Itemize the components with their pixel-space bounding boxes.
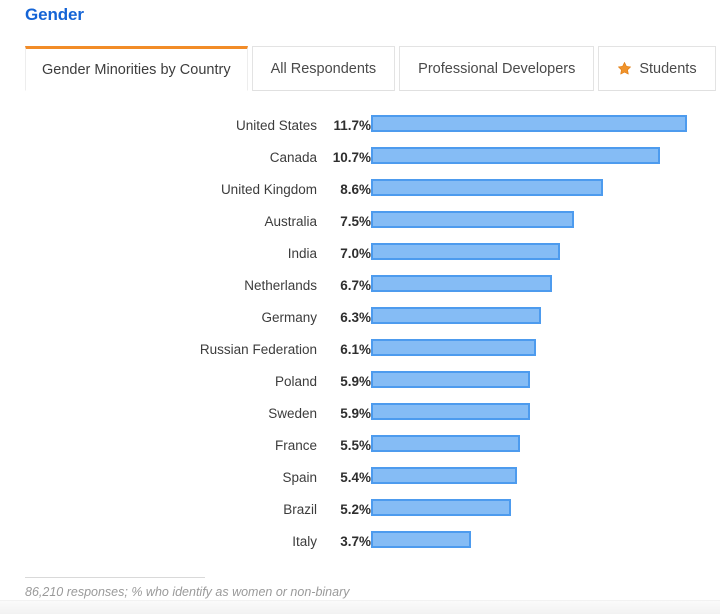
bar-category-label: Poland [274, 374, 317, 389]
bar-value-label: 7.0% [340, 246, 371, 261]
bar[interactable] [371, 147, 660, 164]
bar[interactable] [371, 211, 574, 228]
bar-value-label: 5.9% [340, 374, 371, 389]
bar[interactable] [371, 115, 687, 132]
bar-value-label: 6.1% [340, 342, 371, 357]
footer-note: 86,210 responses; % who identify as wome… [25, 585, 350, 599]
chart-row: India 7.0% [0, 240, 720, 272]
footer-divider [25, 577, 205, 578]
bar[interactable] [371, 403, 530, 420]
bar[interactable] [371, 467, 517, 484]
page-title: Gender [25, 5, 84, 24]
bar-value-label: 6.7% [340, 278, 371, 293]
tab-label: All Respondents [270, 60, 377, 77]
chart-row: Spain 5.4% [0, 464, 720, 496]
tab-bar: Gender Minorities by Country All Responde… [25, 46, 720, 91]
tab-label: Gender Minorities by Country [42, 61, 231, 78]
bar-value-label: 5.5% [340, 438, 371, 453]
tab-label: Students [639, 60, 697, 77]
bar-value-label: 7.5% [340, 214, 371, 229]
bar[interactable] [371, 499, 511, 516]
chart-row: United Kingdom 8.6% [0, 176, 720, 208]
bar[interactable] [371, 243, 560, 260]
tab-gender-minorities-by-country[interactable]: Gender Minorities by Country [25, 46, 248, 91]
chart-row: Australia 7.5% [0, 208, 720, 240]
chart-row: Canada 10.7% [0, 144, 720, 176]
bar-value-label: 5.2% [340, 502, 371, 517]
bar-value-label: 5.9% [340, 406, 371, 421]
bar-category-label: India [287, 246, 317, 261]
tab-students[interactable]: Students [598, 46, 716, 91]
chart-row: Brazil 5.2% [0, 496, 720, 528]
chart-row: Russian Federation 6.1% [0, 336, 720, 368]
bar-value-label: 5.4% [340, 470, 371, 485]
bar-category-label: Russian Federation [199, 342, 317, 357]
chart-row: France 5.5% [0, 432, 720, 464]
tab-all-respondents[interactable]: All Respondents [251, 46, 396, 91]
tab-label: Professional Developers [418, 60, 576, 77]
bar[interactable] [371, 275, 552, 292]
bar-category-label: Germany [261, 310, 317, 325]
bar-category-label: Canada [269, 150, 317, 165]
bar-category-label: United Kingdom [220, 182, 317, 197]
bar[interactable] [371, 179, 603, 196]
chart-row: Netherlands 6.7% [0, 272, 720, 304]
bar-category-label: Australia [264, 214, 317, 229]
gender-minorities-bar-chart: United States 11.7% Canada 10.7% United King… [0, 112, 720, 560]
bar-value-label: 8.6% [340, 182, 371, 197]
bar-value-label: 3.7% [340, 534, 371, 549]
chart-row: Germany 6.3% [0, 304, 720, 336]
bar[interactable] [371, 371, 530, 388]
bar-category-label: Sweden [268, 406, 317, 421]
chart-row: Poland 5.9% [0, 368, 720, 400]
bar[interactable] [371, 339, 536, 356]
bar-value-label: 11.7% [333, 118, 371, 133]
star-icon [617, 61, 632, 76]
bar[interactable] [371, 531, 471, 548]
chart-row: Sweden 5.9% [0, 400, 720, 432]
bar[interactable] [371, 435, 520, 452]
bar-value-label: 6.3% [340, 310, 371, 325]
bar-category-label: France [274, 438, 317, 453]
chart-row: United States 11.7% [0, 112, 720, 144]
chart-row: Italy 3.7% [0, 528, 720, 560]
bar-category-label: Netherlands [244, 278, 317, 293]
bar-category-label: Italy [292, 534, 317, 549]
bar-category-label: Brazil [283, 502, 317, 517]
bottom-band [0, 600, 720, 614]
bar[interactable] [371, 307, 541, 324]
tab-professional-developers[interactable]: Professional Developers [399, 46, 595, 91]
bar-category-label: United States [235, 118, 317, 133]
bar-value-label: 10.7% [332, 150, 371, 165]
bar-category-label: Spain [282, 470, 317, 485]
